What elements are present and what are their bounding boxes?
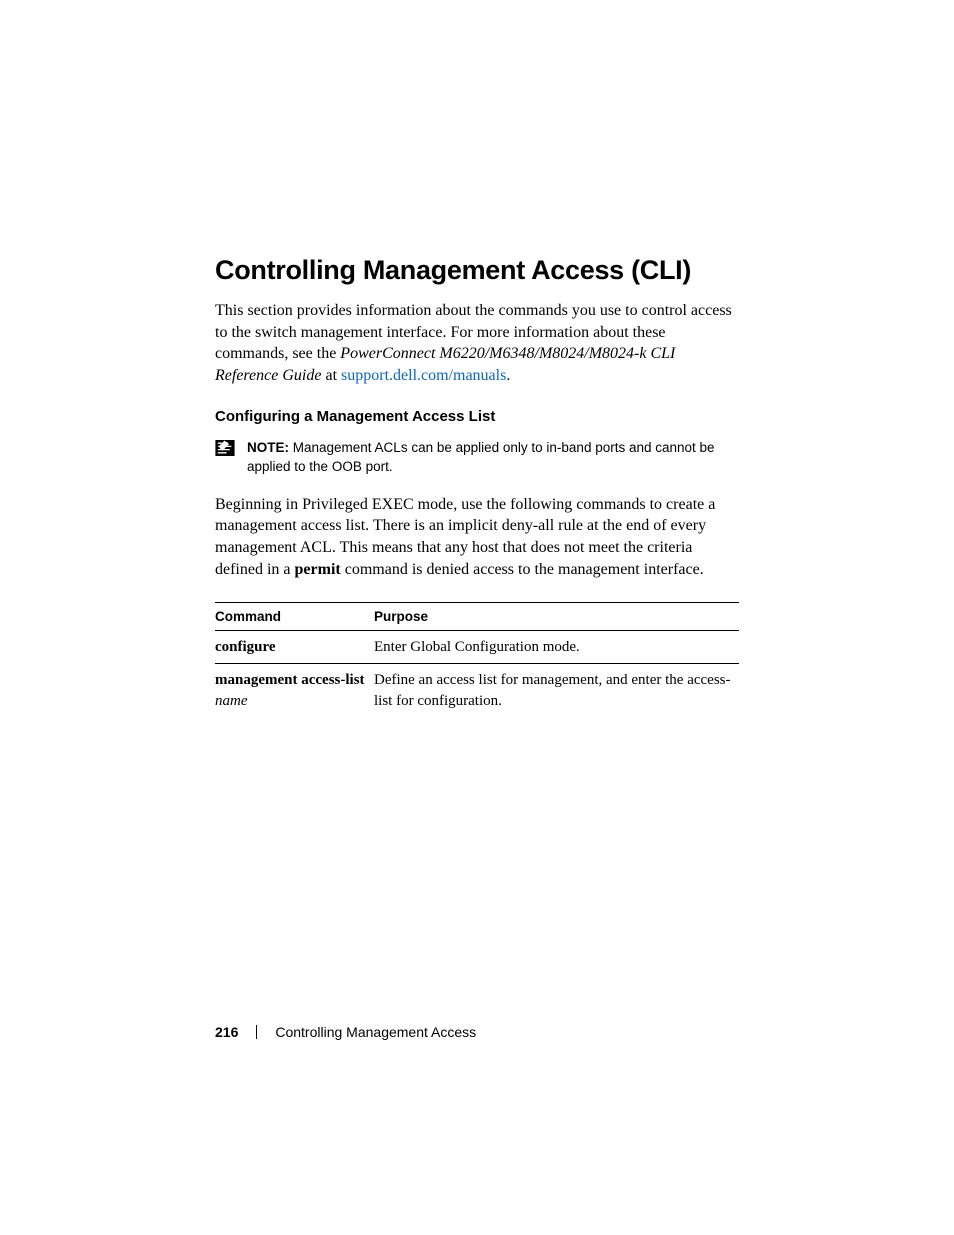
note-body: Management ACLs can be applied only to i… [247, 440, 715, 473]
support-link[interactable]: support.dell.com/manuals [341, 367, 506, 384]
para-post: command is denied access to the manageme… [341, 561, 704, 578]
note-label: NOTE: [247, 440, 289, 455]
purpose-cell: Define an access list for management, an… [374, 664, 739, 717]
note-text: NOTE: Management ACLs can be applied onl… [245, 439, 739, 475]
cmd-bold: management access-list [215, 672, 365, 688]
th-command: Command [215, 603, 374, 631]
intro-at: at [321, 367, 341, 384]
cmd-cell: configure [215, 631, 374, 664]
cmd-bold: configure [215, 639, 276, 655]
table-row: configure Enter Global Configuration mod… [215, 631, 739, 664]
para-bold: permit [295, 561, 341, 578]
th-purpose: Purpose [374, 603, 739, 631]
footer-divider [256, 1025, 257, 1039]
purpose-cell: Enter Global Configuration mode. [374, 631, 739, 664]
intro-period: . [506, 367, 510, 384]
cmd-cell: management access-list name [215, 664, 374, 717]
footer-section: Controlling Management Access [275, 1024, 476, 1040]
page-number: 216 [215, 1024, 238, 1040]
cmd-ital: name [215, 693, 248, 709]
command-table: Command Purpose configure Enter Global C… [215, 602, 739, 717]
table-row: management access-list name Define an ac… [215, 664, 739, 717]
intro-paragraph: This section provides information about … [215, 300, 739, 386]
subheading: Configuring a Management Access List [215, 408, 739, 425]
note-icon [215, 440, 235, 456]
note-block: NOTE: Management ACLs can be applied onl… [215, 439, 739, 475]
page-footer: 216 Controlling Management Access [215, 1024, 476, 1040]
body-paragraph: Beginning in Privileged EXEC mode, use t… [215, 494, 739, 580]
page-title: Controlling Management Access (CLI) [215, 255, 739, 286]
